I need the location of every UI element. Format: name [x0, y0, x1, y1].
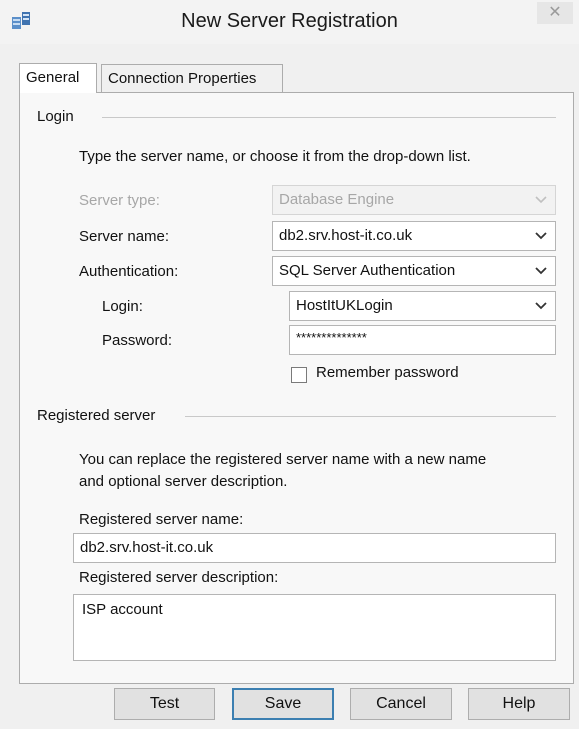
login-group-divider: [102, 117, 556, 118]
title-bar: New Server Registration ✕: [0, 0, 579, 44]
chevron-down-icon[interactable]: [533, 257, 549, 285]
registered-group-title: Registered server: [37, 407, 164, 424]
tab-general[interactable]: General: [19, 63, 97, 93]
remember-password-checkbox[interactable]: [291, 367, 307, 383]
registered-name-input[interactable]: db2.srv.host-it.co.uk: [73, 533, 556, 563]
server-type-select: Database Engine: [272, 185, 556, 215]
registered-instruction-line2: and optional server description.: [79, 473, 288, 490]
save-button[interactable]: Save: [232, 688, 334, 720]
registered-description-textarea[interactable]: ISP account: [73, 594, 556, 661]
remember-password-label[interactable]: Remember password: [316, 364, 459, 381]
login-combobox[interactable]: HostItUKLogin: [289, 291, 556, 321]
window-title: New Server Registration: [181, 10, 398, 32]
test-button[interactable]: Test: [114, 688, 215, 720]
authentication-label: Authentication:: [79, 263, 179, 280]
server-name-label: Server name:: [79, 228, 170, 245]
login-group-title: Login: [37, 108, 82, 125]
chevron-down-icon: [533, 186, 549, 214]
chevron-down-icon[interactable]: [533, 292, 549, 320]
registered-instruction-line1: You can replace the registered server na…: [79, 451, 487, 468]
server-name-value: db2.srv.host-it.co.uk: [279, 227, 413, 244]
tab-connection-properties[interactable]: Connection Properties: [101, 64, 283, 92]
server-type-label: Server type:: [79, 192, 160, 209]
registered-group-divider: [185, 416, 556, 417]
login-value: HostItUKLogin: [296, 297, 393, 314]
close-icon: ✕: [548, 4, 562, 21]
chevron-down-icon[interactable]: [533, 222, 549, 250]
cancel-button[interactable]: Cancel: [350, 688, 452, 720]
login-instruction: Type the server name, or choose it from …: [79, 148, 471, 165]
close-button[interactable]: ✕: [537, 2, 573, 24]
server-name-combobox[interactable]: db2.srv.host-it.co.uk: [272, 221, 556, 251]
registered-description-label: Registered server description:: [79, 569, 279, 586]
server-type-value: Database Engine: [279, 191, 395, 208]
password-label: Password:: [102, 332, 173, 349]
authentication-value: SQL Server Authentication: [279, 262, 456, 279]
help-button[interactable]: Help: [468, 688, 570, 720]
login-label: Login:: [102, 298, 143, 315]
password-input[interactable]: **************: [289, 325, 556, 355]
authentication-select[interactable]: SQL Server Authentication: [272, 256, 556, 286]
registered-name-label: Registered server name:: [79, 511, 244, 528]
